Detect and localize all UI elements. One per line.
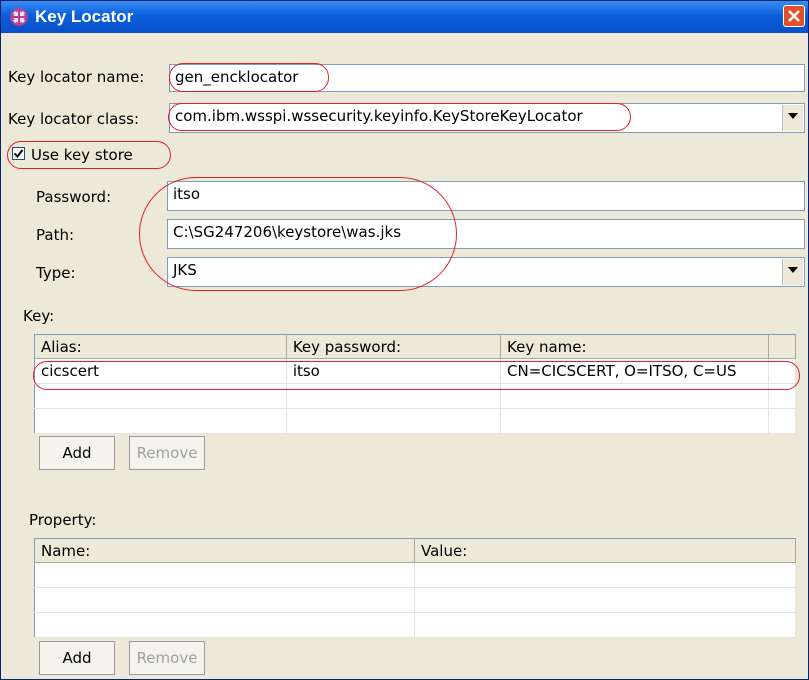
close-button[interactable] — [783, 5, 805, 27]
cell-filler — [768, 358, 796, 384]
checkmark-icon — [13, 149, 24, 159]
use-key-store-label: Use key store — [31, 146, 133, 164]
path-field[interactable]: C:\SG247206\keystore\was.jks — [167, 219, 805, 249]
key-locator-icon — [10, 8, 28, 26]
table-row-empty[interactable] — [34, 612, 796, 638]
password-field[interactable]: itso — [167, 181, 805, 211]
table-row-empty[interactable] — [34, 562, 796, 588]
title-bar[interactable]: Key Locator — [1, 1, 808, 33]
use-key-store-checkbox[interactable] — [12, 147, 25, 160]
key-locator-name-label: Key locator name: — [8, 68, 145, 86]
column-header-value[interactable]: Value: — [414, 538, 796, 563]
key-locator-class-select[interactable]: com.ibm.wsspi.wssecurity.keyinfo.KeyStor… — [169, 103, 805, 133]
window-title: Key Locator — [35, 7, 134, 26]
property-add-button[interactable]: Add — [39, 641, 115, 675]
column-header-alias[interactable]: Alias: — [34, 334, 287, 359]
table-row-empty[interactable] — [34, 408, 796, 434]
key-locator-name-field[interactable]: gen_encklocator — [169, 64, 805, 92]
key-locator-class-value: com.ibm.wsspi.wssecurity.keyinfo.KeyStor… — [175, 107, 583, 125]
cell-key-password[interactable]: itso — [286, 358, 502, 384]
column-header-name[interactable]: Name: — [34, 538, 415, 563]
key-locator-dialog: Key Locator Key locator name: gen_encklo… — [0, 0, 809, 680]
table-row-empty[interactable] — [34, 587, 796, 613]
chevron-down-icon — [788, 113, 798, 119]
key-section-label: Key: — [23, 307, 55, 325]
table-row[interactable]: cicscert itso CN=CICSCERT, O=ITSO, C=US — [34, 358, 796, 384]
cell-key-name[interactable]: CN=CICSCERT, O=ITSO, C=US — [500, 358, 770, 384]
property-remove-button[interactable]: Remove — [129, 641, 205, 675]
table-row-empty[interactable] — [34, 383, 796, 409]
table-header-row: Name: Value: — [34, 538, 796, 563]
column-header-filler — [768, 334, 796, 359]
cell-alias[interactable]: cicscert — [34, 358, 287, 384]
close-icon — [788, 10, 800, 22]
dropdown-button[interactable] — [782, 259, 803, 285]
key-table[interactable]: Alias: Key password: Key name: cicscert … — [34, 334, 796, 434]
chevron-down-icon — [788, 267, 798, 273]
type-select[interactable]: JKS — [167, 257, 805, 287]
column-header-key-password[interactable]: Key password: — [286, 334, 502, 359]
password-label: Password: — [36, 188, 112, 206]
property-section-label: Property: — [29, 511, 97, 529]
type-value: JKS — [173, 261, 197, 279]
key-add-button[interactable]: Add — [39, 436, 115, 470]
dropdown-button[interactable] — [782, 105, 803, 131]
key-locator-class-label: Key locator class: — [8, 110, 140, 128]
column-header-key-name[interactable]: Key name: — [500, 334, 770, 359]
type-label: Type: — [36, 264, 76, 282]
table-header-row: Alias: Key password: Key name: — [34, 334, 796, 359]
key-remove-button[interactable]: Remove — [129, 436, 205, 470]
path-label: Path: — [36, 226, 75, 244]
property-table[interactable]: Name: Value: — [34, 538, 796, 638]
